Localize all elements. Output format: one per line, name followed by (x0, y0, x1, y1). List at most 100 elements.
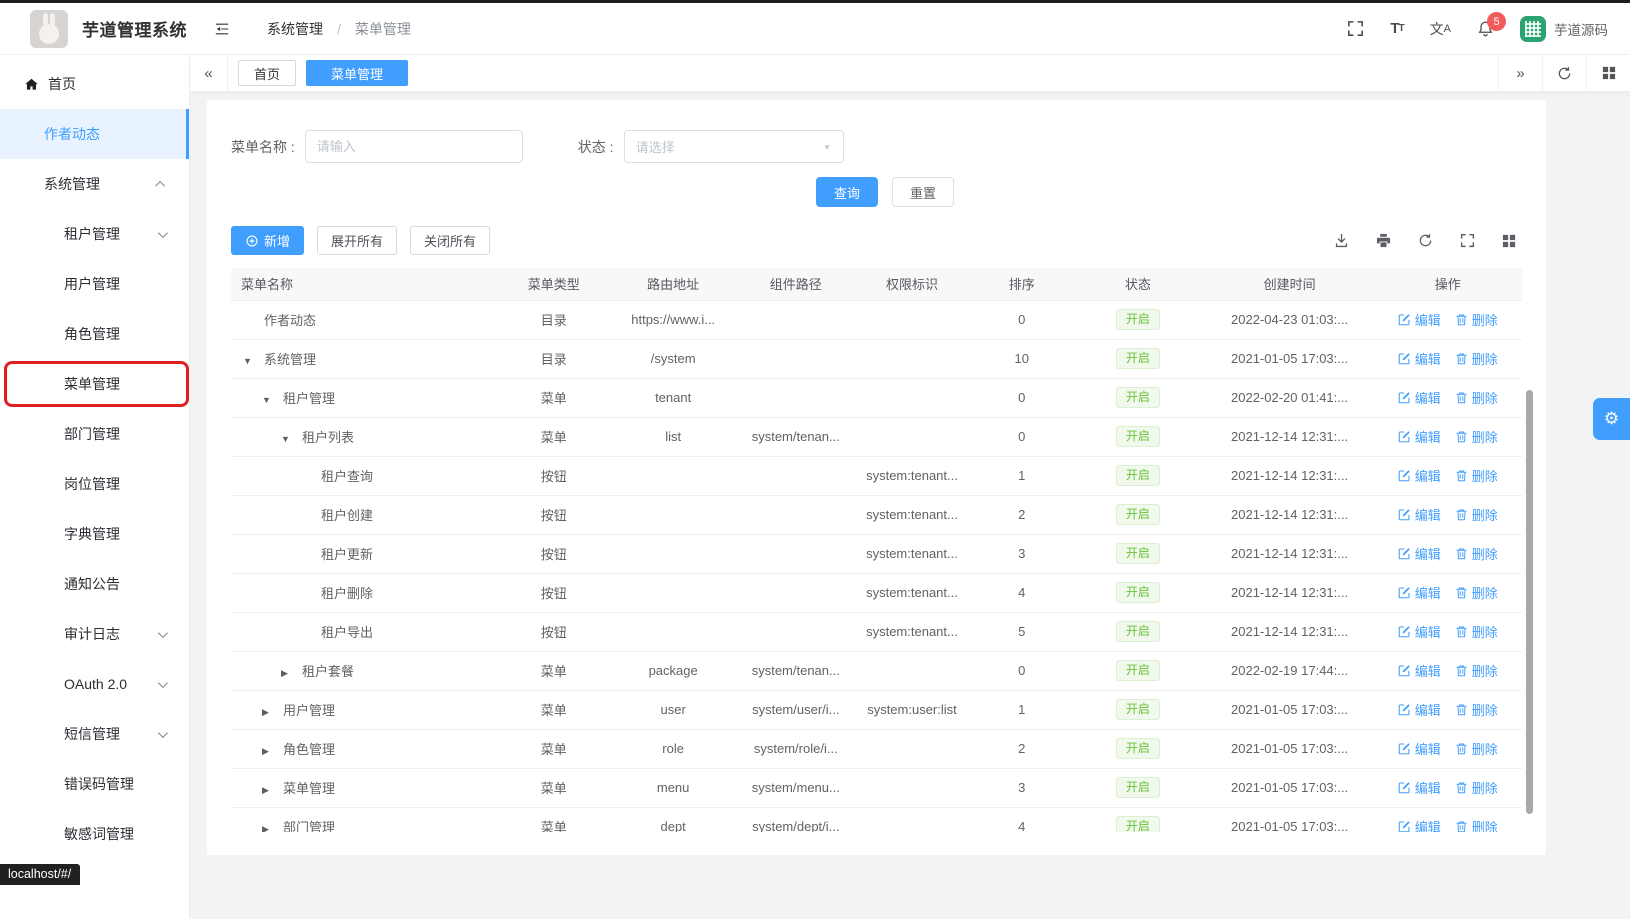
expand-all-button[interactable]: 展开所有 (317, 226, 397, 255)
tab-home[interactable]: 首页 (238, 60, 296, 86)
sidebar-item-system-management[interactable]: 系统管理 (0, 159, 189, 209)
menu-name-input[interactable] (305, 130, 523, 163)
fullscreen-icon[interactable] (1347, 20, 1364, 37)
sidebar-item-role-management[interactable]: 角色管理 (0, 309, 189, 359)
sort-cell: 2 (973, 495, 1070, 534)
delete-button[interactable]: 删除 (1455, 622, 1498, 641)
edit-button[interactable]: 编辑 (1398, 661, 1441, 680)
permission-id-cell (851, 768, 974, 807)
column-settings-icon[interactable] (1502, 234, 1516, 248)
add-button[interactable]: 新增 (231, 226, 304, 255)
delete-label: 删除 (1472, 427, 1498, 446)
edit-button[interactable]: 编辑 (1398, 583, 1441, 602)
delete-button[interactable]: 删除 (1455, 466, 1498, 485)
component-path-cell: system/tenan... (741, 651, 851, 690)
user-menu[interactable]: 芋道源码 (1520, 16, 1608, 42)
edit-button[interactable]: 编辑 (1398, 700, 1441, 719)
table-refresh-icon[interactable] (1418, 233, 1433, 248)
edit-button[interactable]: 编辑 (1398, 427, 1441, 446)
status-select[interactable]: 请选择 ▼ (624, 130, 844, 163)
delete-button[interactable]: 删除 (1455, 427, 1498, 446)
delete-button[interactable]: 删除 (1455, 778, 1498, 797)
delete-button[interactable]: 删除 (1455, 583, 1498, 602)
sidebar-item-audit-log[interactable]: 审计日志 (0, 609, 189, 659)
tree-toggle-icon[interactable]: ▶ (262, 707, 283, 718)
tree-toggle-icon[interactable]: ▶ (262, 785, 283, 796)
table-fullscreen-icon[interactable] (1460, 233, 1475, 248)
menu-name-cell: 租户创建 (321, 508, 373, 523)
column-header-3: 组件路径 (741, 268, 851, 300)
breadcrumb-item[interactable]: 系统管理 (267, 19, 323, 39)
table-scrollbar[interactable] (1526, 390, 1533, 814)
delete-button[interactable]: 删除 (1455, 739, 1498, 758)
tree-toggle-icon[interactable]: ▼ (262, 395, 283, 405)
delete-button[interactable]: 删除 (1455, 505, 1498, 524)
table-header-row: 菜单名称菜单类型路由地址组件路径权限标识排序状态创建时间操作 (231, 268, 1522, 300)
sidebar-item-tenant-management[interactable]: 租户管理 (0, 209, 189, 259)
sidebar-item-sensitive-word-management[interactable]: 敏感词管理 (0, 809, 189, 859)
collapse-all-button[interactable]: 关闭所有 (410, 226, 490, 255)
delete-button[interactable]: 删除 (1455, 817, 1498, 832)
menu-type-cell: 目录 (502, 300, 605, 339)
created-time-cell: 2022-04-23 01:03:... (1206, 300, 1374, 339)
sidebar-item-error-code-management[interactable]: 错误码管理 (0, 759, 189, 809)
route-path-cell: menu (605, 768, 741, 807)
tab-menu-management[interactable]: 菜单管理 (306, 60, 408, 86)
sidebar-item-post-management[interactable]: 岗位管理 (0, 459, 189, 509)
edit-button[interactable]: 编辑 (1398, 817, 1441, 832)
app-logo[interactable] (30, 10, 68, 48)
delete-button[interactable]: 删除 (1455, 544, 1498, 563)
menu-fold-icon[interactable] (213, 20, 231, 38)
sidebar-item-menu-management[interactable]: 菜单管理 (0, 359, 189, 409)
font-size-icon[interactable]: TT (1390, 20, 1403, 37)
delete-button[interactable]: 删除 (1455, 700, 1498, 719)
delete-label: 删除 (1472, 661, 1498, 680)
edit-button[interactable]: 编辑 (1398, 505, 1441, 524)
delete-button[interactable]: 删除 (1455, 310, 1498, 329)
tabs-scroll-left-icon[interactable]: « (190, 55, 228, 91)
export-download-icon[interactable] (1334, 233, 1349, 248)
tree-toggle-icon[interactable]: ▶ (262, 746, 283, 757)
sidebar-item-user-management[interactable]: 用户管理 (0, 259, 189, 309)
query-button[interactable]: 查询 (816, 177, 878, 207)
print-icon[interactable] (1376, 233, 1391, 248)
delete-button[interactable]: 删除 (1455, 388, 1498, 407)
sidebar-item-oauth2[interactable]: OAuth 2.0 (0, 659, 189, 709)
permission-id-cell: system:tenant... (851, 612, 974, 651)
tree-toggle-icon[interactable]: ▼ (243, 356, 264, 366)
settings-drawer-button[interactable]: ⚙ (1593, 398, 1630, 440)
edit-button[interactable]: 编辑 (1398, 349, 1441, 368)
notification-bell-icon[interactable]: 5 (1477, 20, 1494, 37)
sidebar-item-author-dynamics[interactable]: 作者动态 (0, 109, 189, 159)
tabs-scroll-right-icon[interactable]: » (1498, 55, 1542, 91)
edit-button[interactable]: 编辑 (1398, 310, 1441, 329)
language-icon[interactable]: 文A (1430, 19, 1451, 39)
delete-button[interactable]: 删除 (1455, 661, 1498, 680)
edit-button[interactable]: 编辑 (1398, 388, 1441, 407)
sidebar-item-notice-announcement[interactable]: 通知公告 (0, 559, 189, 609)
edit-button[interactable]: 编辑 (1398, 778, 1441, 797)
tab-bar: « 首页菜单管理 » (190, 55, 1630, 92)
tab-layout-grid-icon[interactable] (1586, 55, 1630, 91)
sidebar-item-label: 菜单管理 (64, 374, 120, 394)
sidebar-item-home[interactable]: 首页 (0, 59, 189, 109)
delete-button[interactable]: 删除 (1455, 349, 1498, 368)
sidebar-item-dict-management[interactable]: 字典管理 (0, 509, 189, 559)
edit-button[interactable]: 编辑 (1398, 544, 1441, 563)
tab-refresh-icon[interactable] (1542, 55, 1586, 91)
tree-toggle-icon[interactable]: ▶ (281, 668, 302, 679)
sidebar-item-dept-management[interactable]: 部门管理 (0, 409, 189, 459)
route-path-cell: /system (605, 339, 741, 378)
status-badge: 开启 (1116, 348, 1160, 370)
menu-name-cell: 租户查询 (321, 469, 373, 484)
app-header: 芋道管理系统 系统管理 / 菜单管理 TT 文A 5 芋道源码 (0, 3, 1630, 55)
edit-button[interactable]: 编辑 (1398, 466, 1441, 485)
gear-icon: ⚙ (1604, 409, 1619, 429)
reset-button[interactable]: 重置 (892, 177, 954, 207)
sidebar-item-sms-management[interactable]: 短信管理 (0, 709, 189, 759)
edit-button[interactable]: 编辑 (1398, 739, 1441, 758)
tree-toggle-icon[interactable]: ▼ (281, 434, 302, 444)
edit-button[interactable]: 编辑 (1398, 622, 1441, 641)
tree-toggle-icon[interactable]: ▶ (262, 824, 283, 832)
created-time-cell: 2021-12-14 12:31:... (1206, 612, 1374, 651)
